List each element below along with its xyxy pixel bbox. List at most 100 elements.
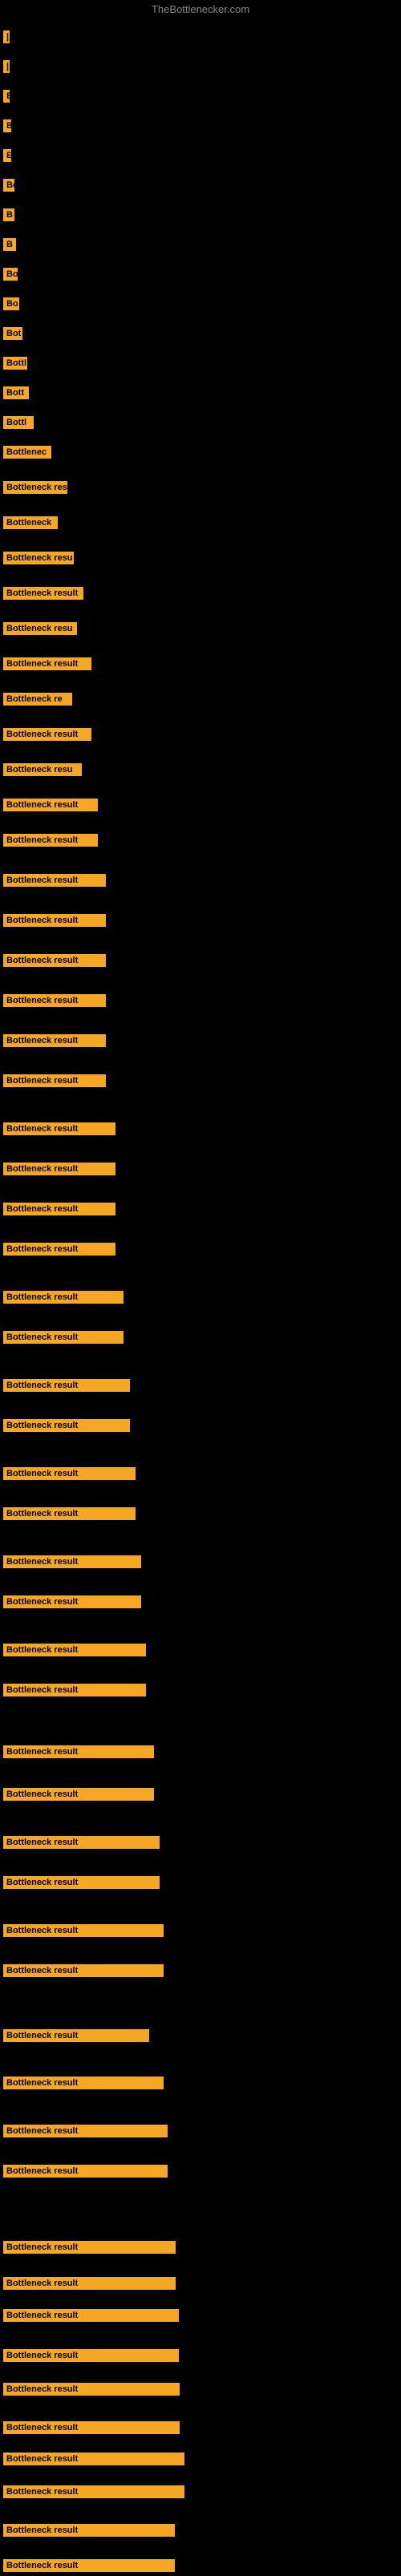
bar-item: Bottleneck result	[3, 1203, 115, 1219]
bar-item: Bottleneck result	[3, 2421, 180, 2438]
bottleneck-label: Bottleneck result	[3, 1379, 130, 1392]
bottleneck-label: Bottlenec	[3, 446, 51, 459]
bar-item: Bottleneck result	[3, 1243, 115, 1260]
bottleneck-label: Bottleneck result	[3, 2453, 184, 2465]
bottleneck-label: Bott	[3, 386, 29, 399]
bottleneck-label: Bottleneck result	[3, 1291, 124, 1304]
bottleneck-label: Bottleneck result	[3, 1034, 106, 1047]
bottleneck-label: Bottleneck result	[3, 2125, 168, 2137]
bar-item: Bottleneck result	[3, 1291, 124, 1308]
bottleneck-label: Bottleneck re	[3, 693, 72, 706]
bar-item: |	[3, 60, 10, 77]
bottleneck-label: E	[3, 90, 10, 103]
bottleneck-label: Bottleneck result	[3, 1243, 115, 1256]
bar-item: Bottleneck	[3, 516, 58, 533]
bottleneck-label: Bottleneck result	[3, 834, 98, 847]
bar-item: B	[3, 208, 14, 225]
bottleneck-label: Bottleneck result	[3, 874, 106, 887]
bottleneck-label: Bottleneck result	[3, 1163, 115, 1175]
bar-item: Bottlenec	[3, 446, 51, 463]
site-title: TheBottlenecker.com	[152, 3, 249, 15]
bar-item: Bottleneck result	[3, 1034, 106, 1051]
bottleneck-label: Bottleneck res	[3, 481, 67, 494]
bar-item: Bottleneck result	[3, 1074, 106, 1091]
bottleneck-label: Bottleneck resu	[3, 763, 82, 776]
bottleneck-label: Bottleneck result	[3, 1924, 164, 1937]
bar-item: Bottl	[3, 357, 27, 374]
bar-item: Bottleneck resu	[3, 763, 82, 780]
bar-item: Bottleneck result	[3, 2453, 184, 2469]
bottleneck-label: Bottleneck result	[3, 2277, 176, 2290]
bar-item: Bottleneck result	[3, 1684, 146, 1700]
bottleneck-label: Bottleneck result	[3, 954, 106, 967]
bar-item: Bottleneck result	[3, 587, 83, 604]
bottleneck-label: Bottl	[3, 357, 27, 370]
bottleneck-label: Bottleneck result	[3, 914, 106, 927]
bottleneck-label: Bottleneck result	[3, 587, 83, 600]
bar-item: Bottleneck result	[3, 2485, 184, 2502]
bar-item: Bottleneck result	[3, 874, 106, 891]
bar-item: |	[3, 30, 10, 47]
bottleneck-label: Bottleneck	[3, 516, 58, 529]
bar-item: Bottleneck result	[3, 2241, 176, 2258]
bar-item: Bottleneck result	[3, 1644, 146, 1660]
bar-item: Bottleneck result	[3, 1964, 164, 1981]
bottleneck-label: Bottleneck resu	[3, 622, 77, 635]
bar-item: Bottleneck result	[3, 1507, 136, 1524]
bar-item: Bottleneck result	[3, 1745, 154, 1762]
bar-item: Bottleneck result	[3, 2125, 168, 2141]
bottleneck-label: Bottleneck result	[3, 657, 91, 670]
bar-item: Bottleneck result	[3, 799, 98, 815]
bottleneck-label: Bot	[3, 327, 22, 340]
bar-item: Bottl	[3, 416, 34, 433]
bar-item: Bottleneck result	[3, 914, 106, 931]
bottleneck-label: Bottleneck result	[3, 2349, 179, 2362]
bottleneck-label: Bottleneck result	[3, 2165, 168, 2178]
bar-item: Bottleneck result	[3, 1924, 164, 1941]
bottleneck-label: |	[3, 60, 10, 73]
bar-item: Bottleneck result	[3, 1163, 115, 1179]
bottleneck-label: Bottleneck result	[3, 2029, 149, 2042]
bar-item: Bo	[3, 179, 14, 196]
bar-item: Bottleneck result	[3, 2309, 179, 2326]
bar-item: Bottleneck result	[3, 657, 91, 674]
bottleneck-label: Bottleneck result	[3, 728, 91, 741]
bar-item: Bottleneck result	[3, 728, 91, 745]
bottleneck-label: Bottleneck result	[3, 1644, 146, 1656]
bottleneck-label: Bottleneck result	[3, 799, 98, 811]
bottleneck-label: Bottleneck result	[3, 2383, 180, 2396]
bottleneck-label: Bottleneck result	[3, 2241, 176, 2254]
bar-item: Bottleneck result	[3, 1788, 154, 1805]
bar-item: Bottleneck re	[3, 693, 72, 710]
bar-item: Bottleneck result	[3, 2524, 175, 2541]
bar-item: Bott	[3, 386, 29, 403]
bar-item: Bottleneck result	[3, 834, 98, 851]
bottleneck-label: Bottleneck result	[3, 1507, 136, 1520]
bottleneck-label: Bottleneck resu	[3, 552, 74, 564]
bottleneck-label: Bottleneck result	[3, 2309, 179, 2322]
bar-item: Bottleneck result	[3, 2077, 164, 2093]
bottleneck-label: B	[3, 208, 14, 221]
bottleneck-label: Bottleneck result	[3, 2485, 184, 2498]
bar-item: Bottleneck result	[3, 1876, 160, 1893]
bar-item: Bottleneck resu	[3, 552, 74, 568]
bar-item: E	[3, 149, 11, 166]
bar-item: Bottleneck result	[3, 2165, 168, 2182]
bottleneck-label: Bottleneck result	[3, 1745, 154, 1758]
bottleneck-label: Bottleneck result	[3, 1836, 160, 1849]
bar-item: Bottleneck result	[3, 1467, 136, 1484]
bar-item: Bottleneck result	[3, 1595, 141, 1612]
bar-item: Bottleneck result	[3, 2277, 176, 2294]
bar-item: Bottleneck result	[3, 994, 106, 1011]
bottleneck-label: Bottleneck result	[3, 1595, 141, 1608]
bar-item: B	[3, 238, 16, 255]
bottleneck-label: Bottleneck result	[3, 1122, 115, 1135]
bottleneck-label: Bottleneck result	[3, 1467, 136, 1480]
bottleneck-label: Bo	[3, 179, 14, 192]
bar-item: Bo	[3, 297, 19, 314]
bottleneck-label: |	[3, 30, 10, 43]
bar-item: Bo	[3, 268, 18, 285]
bottleneck-label: Bottleneck result	[3, 2077, 164, 2089]
bottleneck-label: Bottleneck result	[3, 1331, 124, 1344]
bottleneck-label: Bottleneck result	[3, 1788, 154, 1801]
